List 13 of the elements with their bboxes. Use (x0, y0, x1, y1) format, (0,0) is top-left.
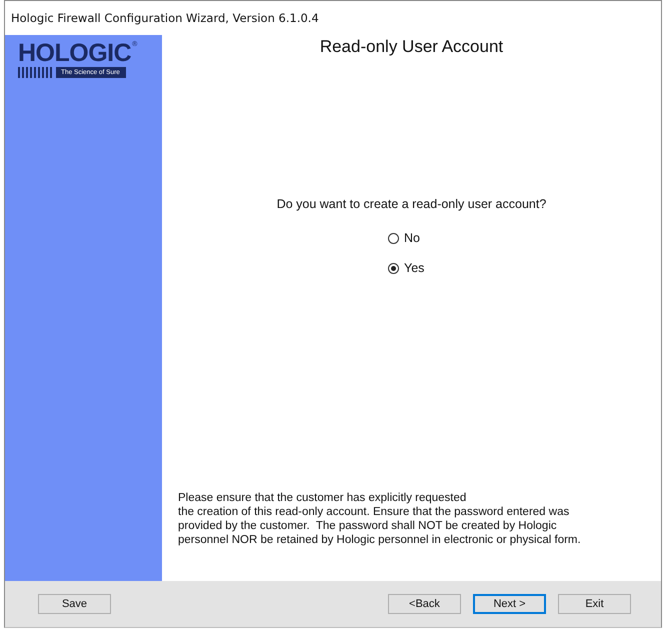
wizard-button[interactable]: Exit (558, 594, 631, 614)
radio-button[interactable] (388, 232, 399, 244)
radio-button[interactable] (388, 262, 399, 274)
notice-text: Please ensure that the customer has explicitly requested the creation of this read-only account. Ensure that the password entered was provided by the customer. The password shall NOT be created by Hologic personnel NOR be retained by Hologic personnel in electronic or physical form. (178, 491, 581, 547)
window-title: Hologic Firewall Configuration Wizard, Version 6.1.0.4 (11, 11, 319, 25)
question-text: Do you want to create a read-only user account? (276, 197, 546, 211)
radio-label[interactable]: Yes (404, 261, 424, 275)
save-button[interactable]: Save (38, 594, 111, 614)
wizard-button[interactable]: <Back (388, 594, 461, 614)
wizard-button[interactable]: Next > (473, 594, 546, 614)
logo-wordmark: HOLOGIC (18, 41, 132, 65)
radio-label[interactable]: No (404, 231, 420, 245)
page-heading: Read-only User Account (320, 37, 504, 57)
